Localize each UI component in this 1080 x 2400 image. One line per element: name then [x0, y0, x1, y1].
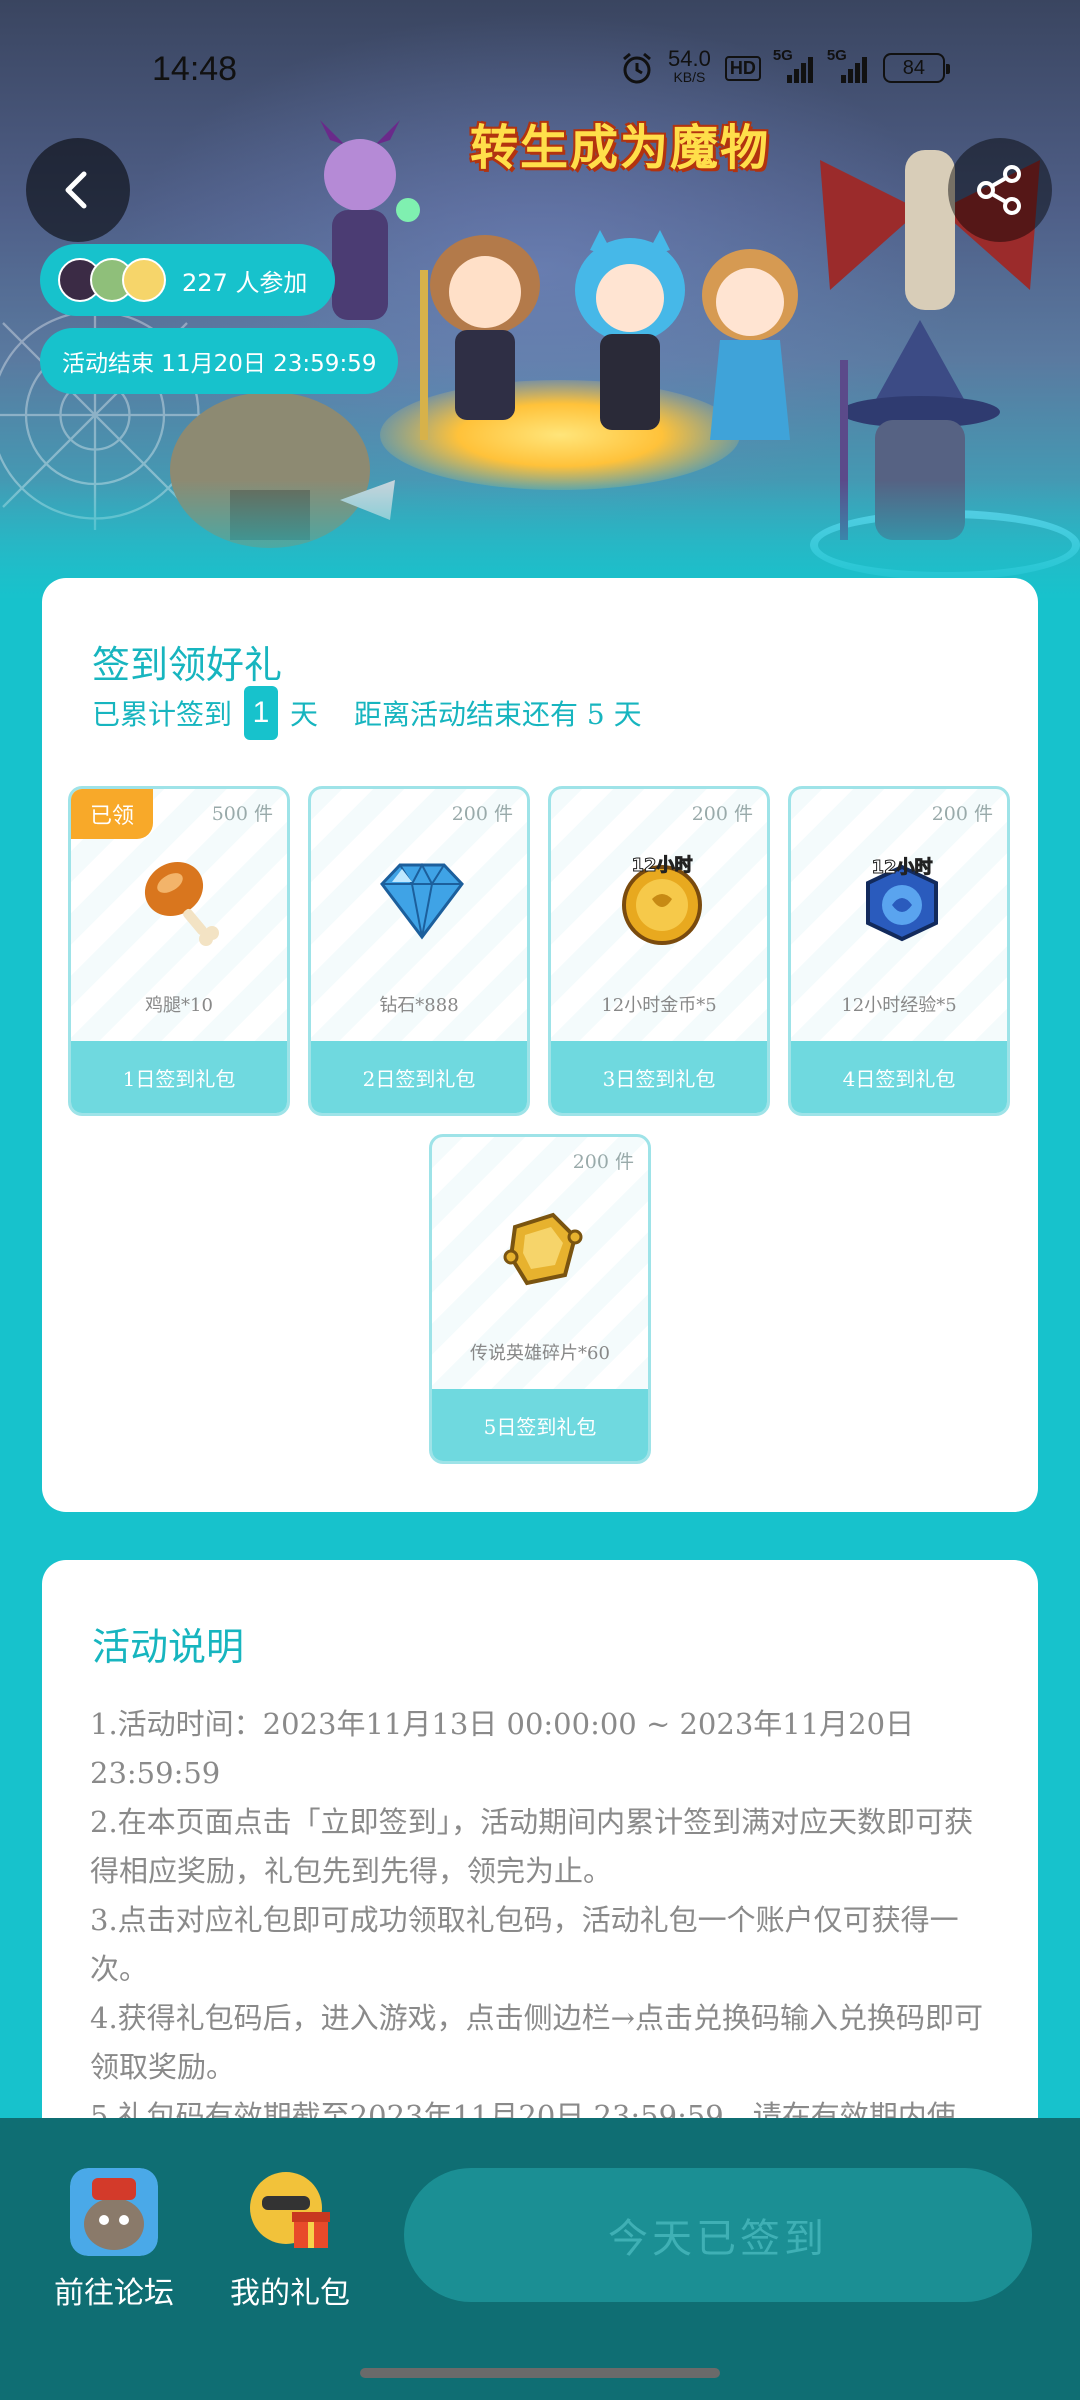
diamond-icon — [380, 862, 464, 940]
gift-pack-button[interactable]: 3日签到礼包 — [551, 1041, 767, 1113]
gift-card-day4[interactable]: 200 件 12小时 12小时经验*5 4日签到礼包 — [788, 786, 1010, 1116]
gift-item-name: 12小时金币*5 — [601, 995, 717, 1016]
description-line: 4.获得礼包码后，进入游戏，点击侧边栏→点击兑换码输入兑换码即可领取奖励。 — [90, 2001, 983, 2084]
bottom-action-bar: 前往论坛 我的礼包 今天已签到 — [0, 2118, 1080, 2400]
chevron-left-icon — [65, 171, 87, 209]
forum-button[interactable]: 前往论坛 — [24, 2168, 204, 2312]
gift-pack-button[interactable]: 5日签到礼包 — [432, 1389, 648, 1461]
gift-pack-button[interactable]: 2日签到礼包 — [311, 1041, 527, 1113]
speed-value: 54.0 — [668, 46, 711, 71]
back-button[interactable] — [26, 138, 130, 242]
description-title: 活动说明 — [92, 1625, 245, 1669]
event-end-text: 活动结束 11月20日 23:59:59 — [62, 351, 377, 377]
gift-pack-button[interactable]: 1日签到礼包 — [71, 1041, 287, 1113]
alarm-clock-icon — [623, 52, 651, 84]
description-line: 3.点击对应礼包即可成功领取礼包码，活动礼包一个账户仅可获得一次。 — [90, 1903, 959, 1986]
coin-label: 12小时 — [631, 855, 692, 876]
forum-thumbnail-icon — [70, 2168, 158, 2256]
chicken-leg-icon — [144, 861, 219, 946]
signin-progress-prefix: 已累计签到 — [92, 698, 233, 731]
signin-progress: 已累计签到 1 天 距离活动结束还有 5 天 — [92, 686, 642, 740]
description-body: 1.活动时间：2023年11月13日 00:00:00 ~ 2023年11月20… — [90, 1700, 990, 2190]
event-end-badge: 活动结束 11月20日 23:59:59 — [40, 328, 399, 394]
signin-day-unit: 天 — [290, 698, 319, 731]
exp-token-icon: 12小时 — [866, 857, 938, 942]
speed-unit: KB/S — [673, 69, 706, 85]
home-indicator[interactable] — [360, 2368, 720, 2378]
share-icon — [977, 165, 1021, 215]
status-time: 14:48 — [152, 50, 238, 88]
game-logo: 转生成为魔物 — [470, 120, 771, 176]
my-gifts-label: 我的礼包 — [230, 2276, 350, 2311]
gift-stock: 200 件 — [931, 803, 993, 825]
forum-label: 前往论坛 — [54, 2276, 174, 2311]
signed-in-button[interactable]: 今天已签到 — [404, 2168, 1032, 2302]
participant-avatars — [58, 258, 166, 302]
gift-stock: 200 件 — [691, 803, 753, 825]
gift-card-day1[interactable]: 已领 500 件 鸡腿*10 1日签到礼包 — [68, 786, 290, 1116]
my-gifts-thumbnail-icon — [250, 2172, 330, 2248]
gift-stock: 200 件 — [572, 1151, 634, 1173]
claimed-badge: 已领 — [71, 789, 153, 839]
description-line: 2.在本页面点击「立即签到」，活动期间内累计签到满对应天数即可获得相应奖励，礼包… — [90, 1805, 974, 1888]
my-gifts-button[interactable]: 我的礼包 — [200, 2168, 380, 2312]
gold-coin-icon: 12小时 — [622, 855, 702, 945]
network-speed: 54.0 KB/S — [668, 46, 711, 86]
gift-item-name: 钻石*888 — [379, 995, 459, 1016]
signal-label-2: 5G — [826, 47, 847, 64]
gift-item-name: 传说英雄碎片*60 — [470, 1343, 610, 1364]
hero-girl-cat — [575, 230, 685, 430]
legend-fragment-icon — [503, 1212, 583, 1286]
gift-item-name: 12小时经验*5 — [841, 995, 957, 1016]
participant-count: 227 人参加 — [182, 268, 308, 297]
hero-girl-bunny — [420, 235, 540, 440]
signin-title: 签到领好礼 — [92, 643, 283, 687]
signal-label-1: 5G — [772, 47, 793, 64]
share-button[interactable] — [948, 138, 1052, 242]
signin-remaining: 距离活动结束还有 5 天 — [354, 698, 642, 731]
signin-day-count: 1 — [244, 686, 279, 740]
gift-pack-button[interactable]: 4日签到礼包 — [791, 1041, 1007, 1113]
gift-stock: 200 件 — [451, 803, 513, 825]
gift-item-name: 鸡腿*10 — [145, 995, 213, 1016]
gift-card-day3[interactable]: 200 件 12小时 12小时金币*5 3日签到礼包 — [548, 786, 770, 1116]
hd-badge: HD — [724, 55, 761, 81]
description-line: 1.活动时间：2023年11月13日 00:00:00 ~ 2023年11月20… — [90, 1707, 915, 1790]
participants-badge[interactable]: 227 人参加 — [40, 244, 336, 316]
status-icons: 54.0 KB/S HD 5G 5G 84 — [620, 46, 950, 86]
status-bar: 14:48 54.0 KB/S HD 5G 5G 84 — [0, 0, 1080, 100]
gift-card-day5[interactable]: 200 件 传说英雄碎片*60 5日签到礼包 — [429, 1134, 651, 1464]
signal-icon-2: 5G — [827, 47, 869, 83]
avatar — [122, 258, 166, 302]
signal-icon-1: 5G — [773, 47, 815, 83]
gift-card-day2[interactable]: 200 件 钻石*888 2日签到礼包 — [308, 786, 530, 1116]
battery-level: 84 — [902, 56, 925, 79]
battery-icon: 84 — [882, 53, 950, 83]
signin-card: 签到领好礼 已累计签到 1 天 距离活动结束还有 5 天 已领 500 件 鸡腿… — [42, 578, 1038, 1512]
token-label: 12小时 — [871, 857, 932, 878]
hero-girl-mermaid — [702, 249, 798, 440]
gift-stock: 500 件 — [211, 803, 273, 825]
